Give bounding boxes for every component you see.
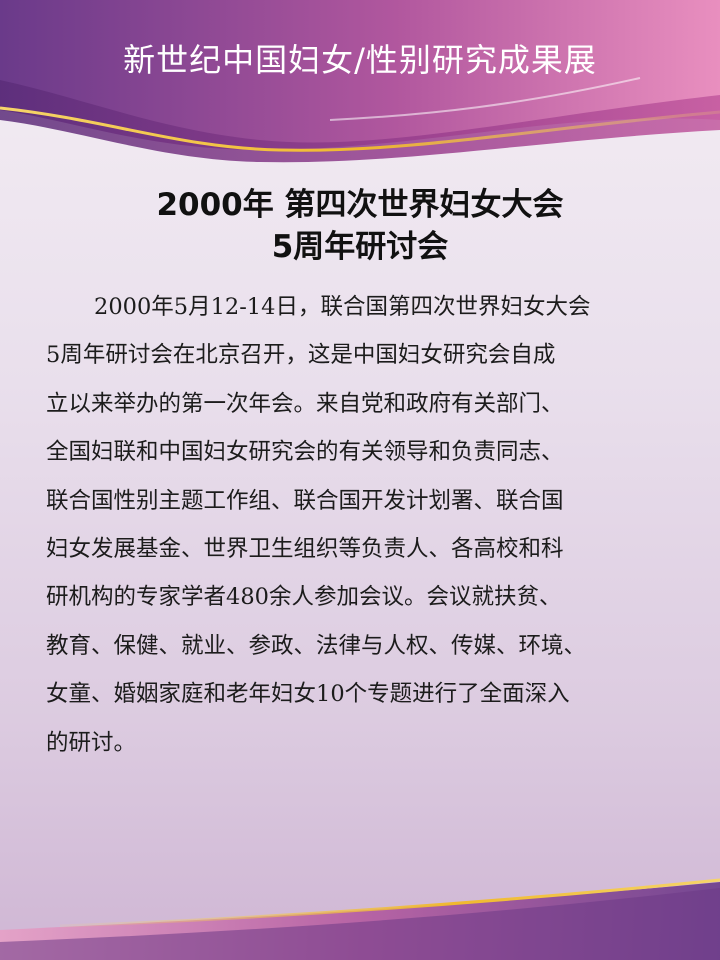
body-line: 教育、保健、就业、参政、法律与人权、传媒、环境、 — [46, 632, 587, 659]
slide: 新世纪中国妇女/性别研究成果展 2000年 第四次世界妇女大会 5周年研讨会 2… — [0, 0, 720, 960]
body-line: 5周年研讨会在北京召开，这是中国妇女研究会自成 — [46, 342, 556, 369]
body-line: 女童、婚姻家庭和老年妇女10个专题进行了全面深入 — [46, 681, 570, 708]
body-line: 联合国性别主题工作组、联合国开发计划署、联合国 — [46, 487, 564, 514]
body-line: 研机构的专家学者480余人参加会议。会议就扶贫、 — [46, 584, 562, 611]
footer-banner — [0, 878, 720, 960]
body-line: 妇女发展基金、世界卫生组织等负责人、各高校和科 — [46, 535, 564, 562]
body-paragraph: 2000年5月12-14日，联合国第四次世界妇女大会 5周年研讨会在北京召开，这… — [46, 283, 678, 767]
heading-line-1: 2000年 第四次世界妇女大会 — [156, 187, 564, 223]
slide-heading: 2000年 第四次世界妇女大会 5周年研讨会 — [0, 184, 720, 268]
heading-line-2: 5周年研讨会 — [271, 229, 449, 265]
header-banner — [0, 0, 720, 163]
body-line: 的研讨。 — [46, 729, 137, 756]
body-line: 立以来举办的第一次年会。来自党和政府有关部门、 — [46, 390, 564, 417]
body-line: 全国妇联和中国妇女研究会的有关领导和负责同志、 — [46, 439, 564, 466]
banner-title: 新世纪中国妇女/性别研究成果展 — [123, 41, 597, 79]
body-line: 2000年5月12-14日，联合国第四次世界妇女大会 — [94, 294, 591, 320]
